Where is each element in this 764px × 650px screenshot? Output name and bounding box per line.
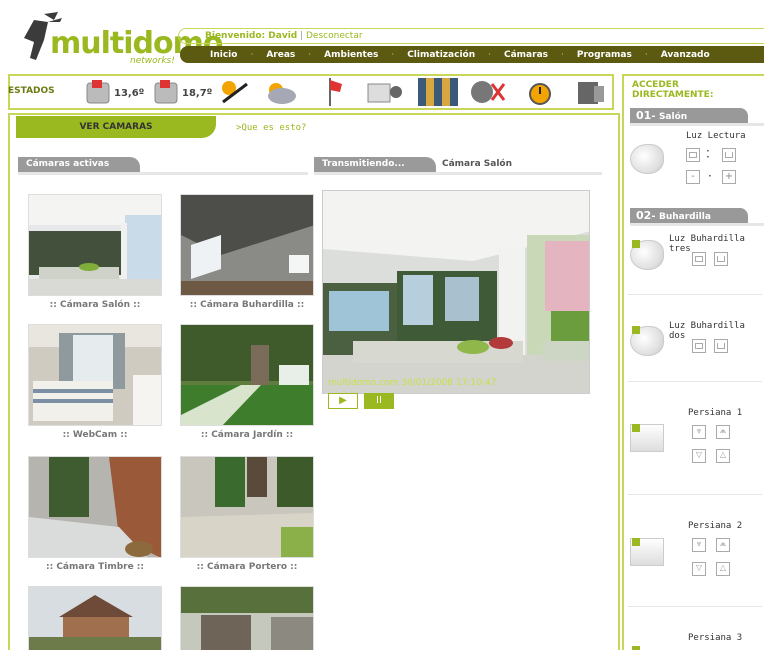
- main-nav: Inicio · Areas · Ambientes · Climatización ·…: [180, 46, 764, 63]
- blind-down-full-button[interactable]: ⩔: [692, 425, 706, 439]
- light-off-button[interactable]: [692, 339, 706, 353]
- status-tag: [632, 538, 640, 546]
- camera-caption: :: Cámara Buhardilla ::: [189, 300, 305, 310]
- tab-transmitting[interactable]: Transmitiendo...: [314, 157, 436, 172]
- tab-current-camera[interactable]: Cámara Salón: [436, 157, 586, 172]
- play-button[interactable]: ▶: [328, 393, 358, 409]
- blind-up-full-button[interactable]: ⩕: [716, 538, 730, 552]
- thermometer-icon[interactable]: [152, 78, 182, 106]
- device-label: Luz Buhardilla tres: [669, 234, 745, 254]
- calendar-icon[interactable]: [366, 78, 406, 106]
- status-tag: [632, 326, 640, 334]
- camera-thumb-jardin[interactable]: [180, 324, 314, 426]
- camera-caption: :: Cámara Timbre ::: [45, 562, 145, 572]
- camera-thumb-portero[interactable]: [180, 456, 314, 558]
- separator-dots: · ·: [706, 144, 710, 164]
- alarm-clock-icon[interactable]: [526, 76, 554, 108]
- logout-link[interactable]: Desconectar: [306, 31, 363, 41]
- nav-areas[interactable]: Areas: [266, 50, 295, 60]
- light-off-button[interactable]: [686, 148, 700, 162]
- light-on-button[interactable]: [714, 252, 728, 266]
- camera-thumb-timbre[interactable]: [28, 456, 162, 558]
- nav-ambientes[interactable]: Ambientes: [324, 50, 378, 60]
- camera-caption: :: Cámara Jardín ::: [200, 430, 294, 440]
- windsock-icon[interactable]: [326, 76, 346, 108]
- help-link[interactable]: >Que es esto?: [236, 123, 306, 133]
- status-tag: [632, 240, 640, 248]
- blind-up-full-button[interactable]: ⩕: [716, 425, 730, 439]
- device-label: Persiana 3: [688, 633, 743, 643]
- device-label: Luz Buhardilla dos: [669, 321, 745, 341]
- dim-down-button[interactable]: -: [686, 170, 700, 184]
- camera-thumb-webcam[interactable]: [28, 324, 162, 426]
- welcome-text: Bienvenido: David: [205, 31, 298, 41]
- live-camera-view[interactable]: [322, 190, 590, 394]
- window-blind-icon[interactable]: [416, 76, 460, 108]
- light-bulb-icon[interactable]: [630, 144, 664, 174]
- camera-timestamp: multidomo.com 30/01/2008 17:10:47: [328, 378, 497, 388]
- temperature-2: 18,7º: [182, 88, 213, 99]
- speaker-muted-icon[interactable]: [466, 78, 508, 106]
- room-tab-buhardilla[interactable]: 02- Buhardilla: [630, 208, 748, 223]
- nav-climatizacion[interactable]: Climatización: [407, 50, 475, 60]
- welcome-bar: Bienvenido: David | Desconectar: [178, 28, 764, 44]
- ver-camaras-tab[interactable]: VER CAMARAS: [16, 116, 216, 138]
- pause-button[interactable]: II: [364, 393, 394, 409]
- nav-camaras[interactable]: Cámaras: [504, 50, 548, 60]
- temperature-1: 13,6º: [114, 88, 145, 99]
- nav-inicio[interactable]: Inicio: [210, 50, 237, 60]
- camera-caption: :: Cámara Salón ::: [49, 300, 141, 310]
- blind-down-button[interactable]: ▽: [692, 449, 706, 463]
- camera-thumb-salon[interactable]: [28, 194, 162, 296]
- camera-caption: :: WebCam ::: [62, 430, 128, 440]
- tab-active-cameras[interactable]: Cámaras activas: [18, 157, 140, 172]
- room-tab-salon[interactable]: 01- Salón: [630, 108, 748, 123]
- blind-down-button[interactable]: ▽: [692, 562, 706, 576]
- device-label: Persiana 2: [688, 521, 743, 531]
- nav-avanzado[interactable]: Avanzado: [661, 50, 710, 60]
- light-off-button[interactable]: [692, 252, 706, 266]
- logo-subtitle: networks!: [130, 56, 175, 66]
- status-tag: [632, 424, 640, 432]
- thermometer-icon[interactable]: [84, 78, 114, 106]
- appliance-icon[interactable]: [574, 78, 608, 106]
- camera-thumb-entrada[interactable]: [180, 586, 314, 650]
- camera-thumb-exterior[interactable]: [28, 586, 162, 650]
- camera-caption: :: Cámara Portero ::: [196, 562, 298, 572]
- cloud-weather-icon[interactable]: [264, 78, 298, 106]
- light-on-button[interactable]: [714, 339, 728, 353]
- camera-thumb-buhardilla[interactable]: [180, 194, 314, 296]
- light-on-button[interactable]: [722, 148, 736, 162]
- blind-up-button[interactable]: △: [716, 562, 730, 576]
- nav-programas[interactable]: Programas: [577, 50, 632, 60]
- blind-down-full-button[interactable]: ⩔: [692, 538, 706, 552]
- sun-umbrella-icon[interactable]: [215, 76, 251, 108]
- estados-label: ESTADOS: [8, 86, 55, 96]
- quick-access-title: ACCEDER DIRECTAMENTE:: [632, 80, 714, 100]
- dim-up-button[interactable]: +: [722, 170, 736, 184]
- device-label: Persiana 1: [688, 408, 743, 418]
- device-label: Luz Lectura: [686, 131, 746, 141]
- blind-up-button[interactable]: △: [716, 449, 730, 463]
- status-tag: [632, 646, 640, 650]
